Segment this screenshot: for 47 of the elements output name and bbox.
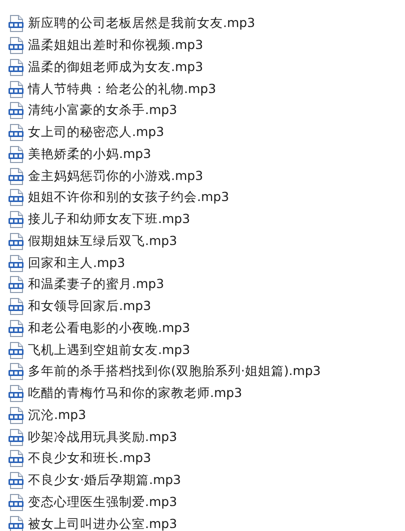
audio-file-icon <box>8 428 24 446</box>
audio-file-icon <box>8 232 24 250</box>
audio-file-icon <box>8 146 24 163</box>
file-name[interactable]: 温柔姐姐出差时和你视频.mp3 <box>28 37 204 54</box>
file-name[interactable]: 清纯小富豪的女杀手.mp3 <box>28 102 178 120</box>
audio-file-icon <box>8 320 24 337</box>
file-name[interactable]: 假期姐妹互绿后双飞.mp3 <box>28 232 178 250</box>
audio-file-icon <box>8 494 24 511</box>
audio-file-icon <box>8 37 24 54</box>
file-name[interactable]: 不良少女·婚后孕期篇.mp3 <box>28 472 182 490</box>
audio-file-icon <box>8 450 24 468</box>
audio-file-icon <box>8 15 24 32</box>
file-name[interactable]: 和女领导回家后.mp3 <box>28 298 152 316</box>
file-name[interactable]: 吃醋的青梅竹马和你的家教老师.mp3 <box>28 385 242 402</box>
audio-file-icon <box>8 168 24 185</box>
file-name[interactable]: 美艳娇柔的小妈.mp3 <box>28 146 152 163</box>
file-name[interactable]: 新应聘的公司老板居然是我前女友.mp3 <box>28 15 256 32</box>
file-name[interactable]: 多年前的杀手搭档找到你(双胞胎系列·姐姐篇).mp3 <box>28 363 321 380</box>
file-name[interactable]: 温柔的御姐老师成为女友.mp3 <box>28 58 204 76</box>
audio-file-icon <box>8 102 24 120</box>
file-name[interactable]: 吵架冷战用玩具奖励.mp3 <box>28 428 178 446</box>
file-name[interactable]: 被女上司叫进办公室.mp3 <box>28 516 178 531</box>
audio-file-icon <box>8 189 24 206</box>
audio-file-icon <box>8 363 24 380</box>
file-name[interactable]: 情人节特典：给老公的礼物.mp3 <box>28 80 216 98</box>
file-name[interactable]: 和温柔妻子的蜜月.mp3 <box>28 276 164 294</box>
file-name[interactable]: 女上司的秘密恋人.mp3 <box>28 124 164 142</box>
audio-file-icon <box>8 276 24 294</box>
audio-file-icon <box>8 58 24 76</box>
file-name[interactable]: 姐姐不许你和别的女孩子约会.mp3 <box>28 189 230 206</box>
file-name[interactable]: 沉沦.mp3 <box>28 406 86 424</box>
audio-file-icon <box>8 211 24 228</box>
file-name[interactable]: 不良少女和班长.mp3 <box>28 450 152 468</box>
file-name[interactable]: 接儿子和幼师女友下班.mp3 <box>28 211 190 228</box>
audio-file-icon <box>8 298 24 316</box>
audio-file-icon <box>8 385 24 402</box>
audio-file-icon <box>8 254 24 272</box>
file-name[interactable]: 回家和主人.mp3 <box>28 254 126 272</box>
audio-file-icon <box>8 406 24 424</box>
audio-file-icon <box>8 80 24 98</box>
audio-file-icon <box>8 124 24 142</box>
audio-file-icon <box>8 472 24 490</box>
audio-file-icon <box>8 342 24 359</box>
file-name[interactable]: 金主妈妈惩罚你的小游戏.mp3 <box>28 168 204 185</box>
file-name[interactable]: 和老公看电影的小夜晚.mp3 <box>28 320 190 337</box>
file-name[interactable]: 飞机上遇到空姐前女友.mp3 <box>28 342 190 359</box>
file-name[interactable]: 变态心理医生强制爱.mp3 <box>28 494 178 511</box>
